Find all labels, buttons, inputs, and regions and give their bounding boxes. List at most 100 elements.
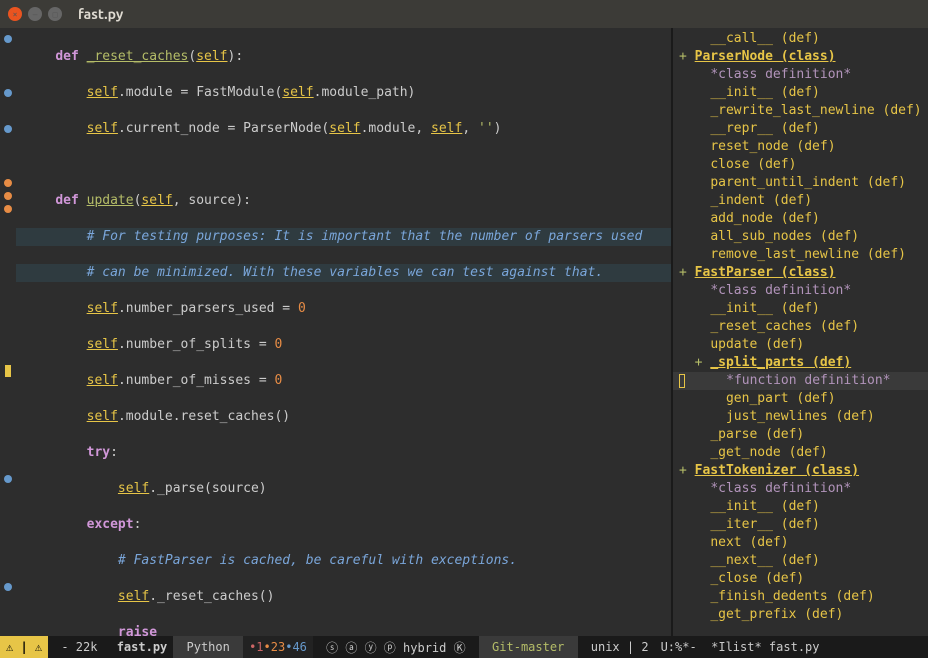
- workspace: def _reset_caches(self): self.module = F…: [0, 28, 928, 636]
- code-line: # FastParser is cached, be careful with …: [16, 552, 671, 570]
- outline-item[interactable]: + _split_parts (def): [673, 354, 928, 372]
- outline-item[interactable]: parent_until_indent (def): [673, 174, 928, 192]
- outline-item[interactable]: just_newlines (def): [673, 408, 928, 426]
- close-icon[interactable]: ×: [8, 7, 22, 21]
- maximize-icon[interactable]: □: [48, 7, 62, 21]
- outline-item[interactable]: remove_last_newline (def): [673, 246, 928, 264]
- gutter-mark: [4, 205, 12, 213]
- gutter-mark: [0, 48, 16, 66]
- gutter-mark: [0, 344, 16, 362]
- gutter-mark: [4, 125, 12, 133]
- gutter: [0, 28, 16, 636]
- code-line: def _reset_caches(self):: [16, 48, 671, 66]
- status-encoding: unix | 2: [578, 636, 655, 658]
- outline-item[interactable]: all_sub_nodes (def): [673, 228, 928, 246]
- code-line: [16, 156, 671, 174]
- titlebar: × – □ fast.py: [0, 0, 928, 28]
- gutter-mark: [0, 542, 16, 560]
- outline-item[interactable]: _get_node (def): [673, 444, 928, 462]
- gutter-mark: [4, 35, 12, 43]
- code-line: raise: [16, 624, 671, 636]
- gutter-mark: [0, 416, 16, 434]
- code-line: except:: [16, 516, 671, 534]
- code-line: self.module = FastModule(self.module_pat…: [16, 84, 671, 102]
- outline-item[interactable]: reset_node (def): [673, 138, 928, 156]
- outline-item[interactable]: gen_part (def): [673, 390, 928, 408]
- gutter-mark: [0, 272, 16, 290]
- gutter-mark: [0, 380, 16, 398]
- gutter-mark: [0, 156, 16, 174]
- statusbar: ⚠ | ⚠ - 22k fast.py Python •1 •23 •46 ⓢ …: [0, 636, 928, 658]
- code-line: self.number_parsers_used = 0: [16, 300, 671, 318]
- minimize-icon[interactable]: –: [28, 7, 42, 21]
- code-line: # can be minimized. With these variables…: [16, 264, 671, 282]
- status-git-branch[interactable]: Git-master: [479, 636, 578, 658]
- gutter-mark: [0, 326, 16, 344]
- window-title: fast.py: [78, 6, 123, 22]
- outline-item[interactable]: *function definition*: [673, 372, 928, 390]
- outline-item[interactable]: __call__ (def): [673, 30, 928, 48]
- gutter-mark: [0, 102, 16, 120]
- outline-item[interactable]: close (def): [673, 156, 928, 174]
- status-position: - 22k: [48, 636, 111, 658]
- gutter-mark: [4, 192, 12, 200]
- status-minor-modes: ⓢ ⓐ ⓨ ⓟ hybrid Ⓚ: [313, 636, 479, 658]
- gutter-mark: [0, 398, 16, 416]
- outline-item[interactable]: _parse (def): [673, 426, 928, 444]
- outline-item[interactable]: __init__ (def): [673, 300, 928, 318]
- gutter-mark: [5, 365, 11, 377]
- outline-pane[interactable]: __call__ (def)+ ParserNode (class) *clas…: [673, 28, 928, 636]
- gutter-mark: [4, 583, 12, 591]
- window-controls: × – □: [8, 7, 62, 21]
- outline-item[interactable]: __repr__ (def): [673, 120, 928, 138]
- outline-item[interactable]: *class definition*: [673, 480, 928, 498]
- code-line: self.current_node = ParserNode(self.modu…: [16, 120, 671, 138]
- outline-item[interactable]: __init__ (def): [673, 498, 928, 516]
- gutter-mark: [0, 524, 16, 542]
- outline-item[interactable]: add_node (def): [673, 210, 928, 228]
- code-line: self.number_of_splits = 0: [16, 336, 671, 354]
- outline-item[interactable]: _close (def): [673, 570, 928, 588]
- gutter-mark: [0, 308, 16, 326]
- code-line: self._reset_caches(): [16, 588, 671, 606]
- code-line: self.module.reset_caches(): [16, 408, 671, 426]
- status-warnings[interactable]: ⚠ | ⚠: [0, 636, 48, 658]
- gutter-mark: [0, 452, 16, 470]
- status-mode[interactable]: Python: [173, 636, 243, 658]
- gutter-mark: [0, 560, 16, 578]
- outline-item[interactable]: next (def): [673, 534, 928, 552]
- code-line: def update(self, source):: [16, 192, 671, 210]
- gutter-mark: [0, 488, 16, 506]
- outline-item[interactable]: __next__ (def): [673, 552, 928, 570]
- code-line: self._parse(source): [16, 480, 671, 498]
- gutter-mark: [4, 179, 12, 187]
- gutter-mark: [0, 66, 16, 84]
- gutter-mark: [4, 475, 12, 483]
- outline-item[interactable]: + FastParser (class): [673, 264, 928, 282]
- gutter-mark: [0, 138, 16, 156]
- outline-item[interactable]: *class definition*: [673, 282, 928, 300]
- status-filename: fast.py: [111, 636, 174, 658]
- outline-item[interactable]: _rewrite_last_newline (def): [673, 102, 928, 120]
- outline-item[interactable]: __init__ (def): [673, 84, 928, 102]
- outline-item[interactable]: _indent (def): [673, 192, 928, 210]
- code-editor[interactable]: def _reset_caches(self): self.module = F…: [16, 28, 671, 636]
- code-line: self.number_of_misses = 0: [16, 372, 671, 390]
- code-line: try:: [16, 444, 671, 462]
- outline-item[interactable]: _reset_caches (def): [673, 318, 928, 336]
- outline-item[interactable]: *class definition*: [673, 66, 928, 84]
- outline-item[interactable]: _get_prefix (def): [673, 606, 928, 624]
- gutter-mark: [0, 254, 16, 272]
- outline-item[interactable]: _finish_dedents (def): [673, 588, 928, 606]
- status-diagnostics: •1 •23 •46: [243, 636, 313, 658]
- outline-item[interactable]: __iter__ (def): [673, 516, 928, 534]
- gutter-mark: [0, 290, 16, 308]
- outline-item[interactable]: + ParserNode (class): [673, 48, 928, 66]
- outline-item[interactable]: update (def): [673, 336, 928, 354]
- gutter-mark: [4, 89, 12, 97]
- outline-cursor: [679, 374, 685, 388]
- gutter-mark: [0, 506, 16, 524]
- status-right-modeline: U:%*- *Ilist* fast.py: [655, 636, 869, 658]
- outline-item[interactable]: + FastTokenizer (class): [673, 462, 928, 480]
- code-line: # For testing purposes: It is important …: [16, 228, 671, 246]
